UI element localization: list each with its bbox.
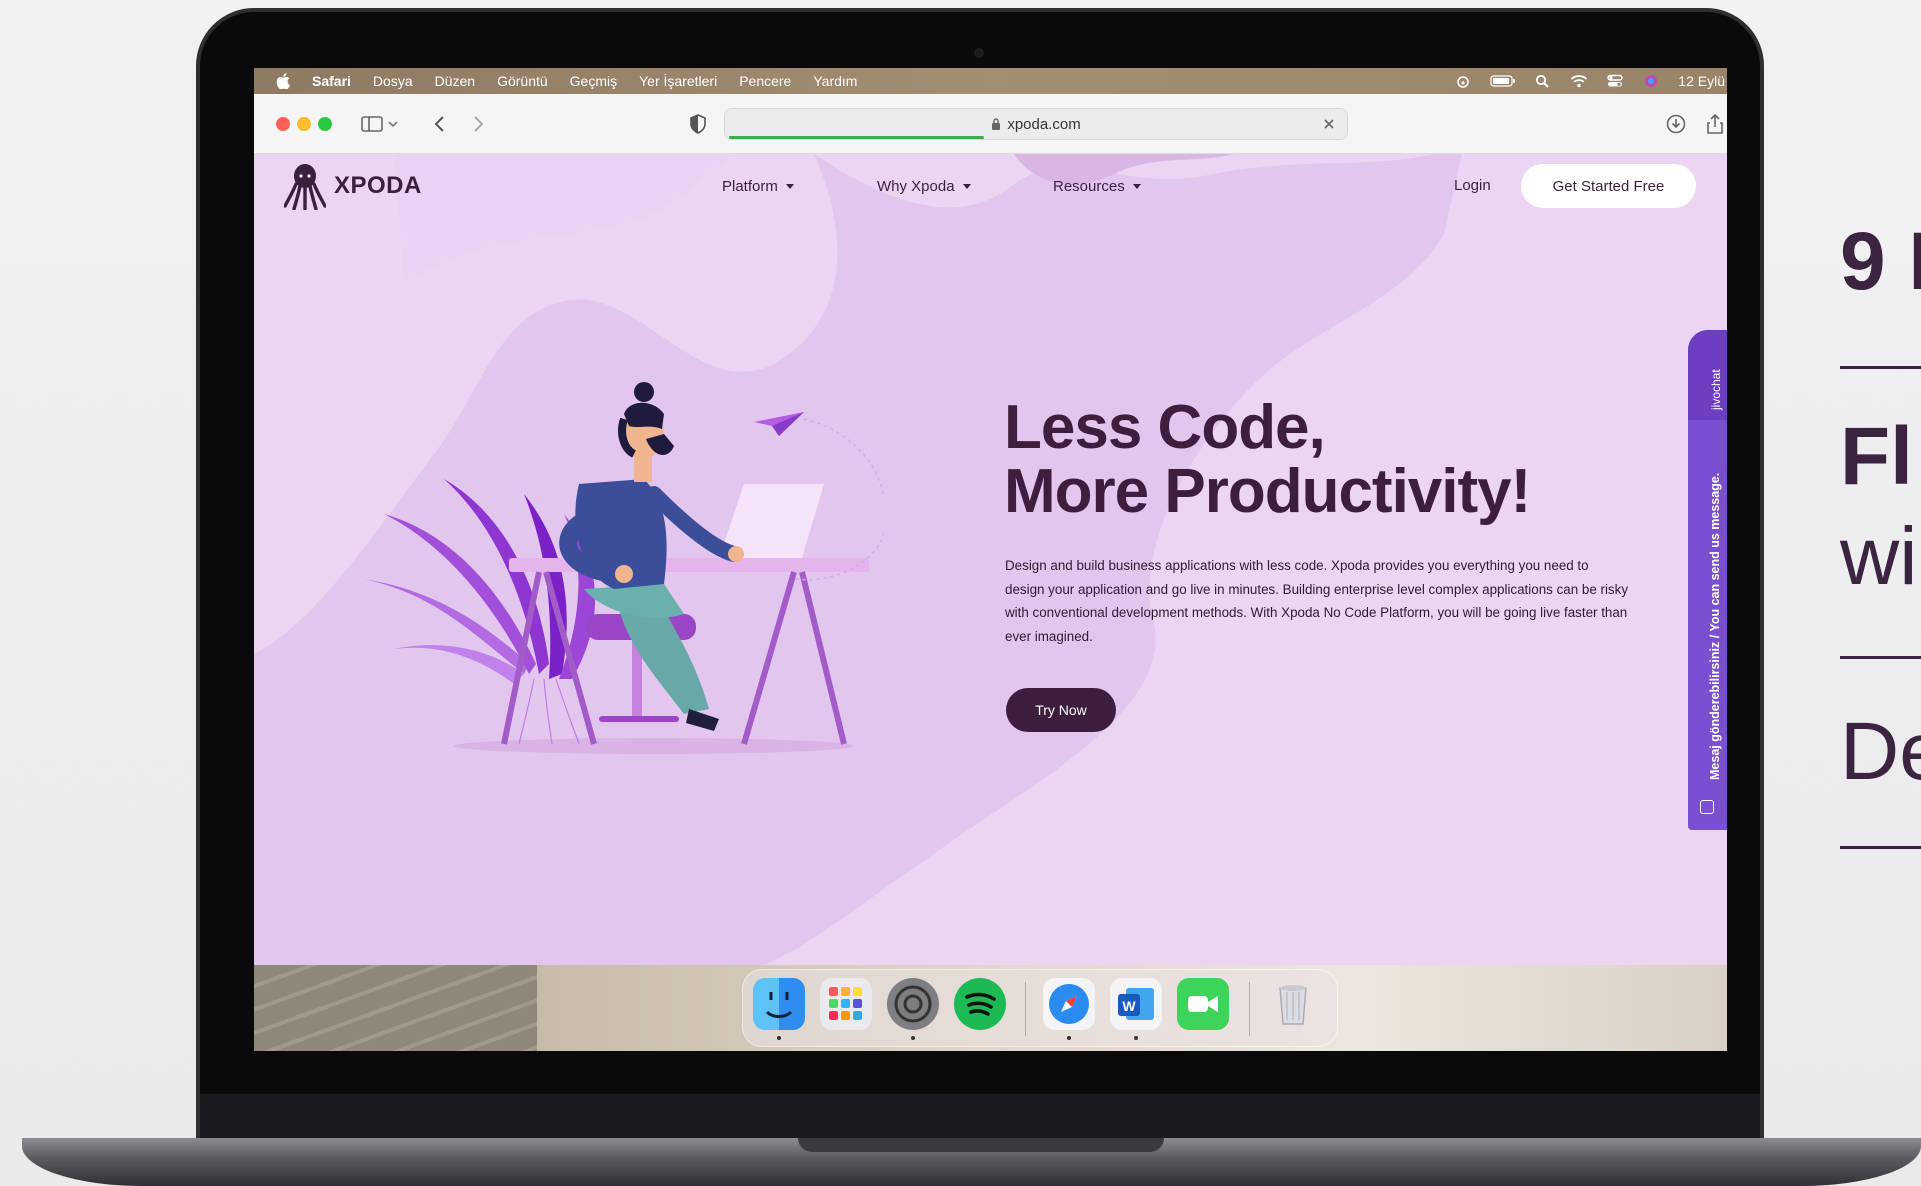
caret-down-icon <box>1132 184 1141 189</box>
menu-gecmis[interactable]: Geçmiş <box>570 73 617 89</box>
safari-toolbar: xpoda.com <box>254 94 1727 154</box>
address-bar[interactable]: xpoda.com <box>724 108 1348 140</box>
laptop-screen: Safari Dosya Düzen Görüntü Geçmiş Yer İş… <box>254 68 1727 1051</box>
side-slide: 9 I Fl wi De <box>1840 0 1921 1186</box>
running-indicator <box>777 1036 781 1040</box>
trash-icon[interactable] <box>1267 978 1319 1030</box>
siri-icon[interactable] <box>1642 74 1660 88</box>
dock: W <box>742 969 1338 1047</box>
desktop-wallpaper-floor <box>254 965 537 1051</box>
downloads-icon[interactable] <box>1664 112 1688 136</box>
nav-platform-label: Platform <box>722 178 778 195</box>
menu-duzen[interactable]: Düzen <box>435 73 475 89</box>
launchpad-icon[interactable] <box>820 978 872 1030</box>
menu-goruntu[interactable]: Görüntü <box>497 73 548 89</box>
close-window-button[interactable] <box>276 117 290 131</box>
caret-down-icon <box>785 184 794 189</box>
url-text: xpoda.com <box>1007 115 1081 133</box>
nav-why-label: Why Xpoda <box>877 178 955 195</box>
hero-title: Less Code, More Productivity! <box>1004 393 1531 526</box>
side-divider <box>1840 366 1921 369</box>
side-slide-number: 9 I <box>1840 216 1921 307</box>
get-started-button[interactable]: Get Started Free <box>1521 164 1696 208</box>
side-subheading: wi <box>1840 511 1918 602</box>
dock-separator <box>1249 982 1250 1036</box>
side-divider <box>1840 656 1921 659</box>
privacy-shield-icon[interactable] <box>686 112 710 136</box>
svg-text:W: W <box>1122 998 1136 1014</box>
running-indicator <box>911 1036 915 1040</box>
spotlight-search-icon[interactable] <box>1534 74 1552 88</box>
system-preferences-icon[interactable] <box>887 978 939 1030</box>
running-indicator <box>1134 1036 1138 1040</box>
try-now-button[interactable]: Try Now <box>1006 688 1116 732</box>
chat-brand: jivochat <box>1709 369 1723 410</box>
back-icon[interactable] <box>428 112 452 136</box>
safari-icon[interactable] <box>1043 978 1095 1030</box>
nav-why-xpoda[interactable]: Why Xpoda <box>877 178 971 195</box>
laptop-notch <box>798 1138 1164 1152</box>
xpoda-website: XPODA Platform Why Xpoda Resources Login… <box>254 154 1727 965</box>
menubar-clock[interactable]: 12 Eylü <box>1678 73 1725 89</box>
logo-text: XPODA <box>334 172 422 199</box>
apple-icon[interactable] <box>276 73 290 89</box>
facetime-icon[interactable] <box>1177 978 1229 1030</box>
chevron-down-icon[interactable] <box>386 112 400 136</box>
nav-resources[interactable]: Resources <box>1053 178 1141 195</box>
chat-widget-tab[interactable]: jivochat Mesaj gönderebilirsiniz / You c… <box>1688 330 1727 830</box>
side-text: De <box>1840 706 1921 797</box>
stop-loading-icon[interactable] <box>1321 116 1337 132</box>
plant-illustration <box>364 479 596 745</box>
lock-icon <box>992 118 1001 130</box>
page-load-progress <box>729 136 985 139</box>
menu-safari[interactable]: Safari <box>312 73 351 89</box>
camera <box>974 48 984 58</box>
menu-yardim[interactable]: Yardım <box>813 73 857 89</box>
wifi-icon[interactable] <box>1570 74 1588 88</box>
side-heading: Fl <box>1840 411 1913 502</box>
chat-icon <box>1700 800 1714 814</box>
octopus-logo-icon <box>284 164 326 210</box>
menu-dosya[interactable]: Dosya <box>373 73 413 89</box>
side-divider <box>1840 846 1921 849</box>
dock-separator <box>1025 982 1026 1036</box>
desktop-background: W <box>254 965 1727 1051</box>
chat-message: Mesaj gönderebilirsiniz / You can send u… <box>1708 472 1722 780</box>
hero-title-line2: More Productivity! <box>1004 457 1531 526</box>
share-icon[interactable] <box>1703 112 1727 136</box>
macos-menubar: Safari Dosya Düzen Görüntü Geçmiş Yer İş… <box>254 68 1727 94</box>
forward-icon[interactable] <box>466 112 490 136</box>
hero-illustration <box>364 382 884 754</box>
login-link[interactable]: Login <box>1454 177 1491 194</box>
xpoda-logo[interactable]: XPODA <box>284 162 422 210</box>
control-center-icon[interactable] <box>1606 74 1624 88</box>
hero-description: Design and build business applications w… <box>1005 558 1629 644</box>
airdrop-icon[interactable] <box>1454 74 1472 88</box>
laptop-chin <box>200 1094 1760 1138</box>
caret-down-icon <box>962 184 971 189</box>
finder-icon[interactable] <box>753 978 805 1030</box>
hero-title-line1: Less Code, <box>1004 393 1326 462</box>
sidebar-toggle-icon[interactable] <box>360 112 384 136</box>
battery-icon[interactable] <box>1490 74 1516 88</box>
nav-resources-label: Resources <box>1053 178 1125 195</box>
minimize-window-button[interactable] <box>297 117 311 131</box>
zoom-window-button[interactable] <box>318 117 332 131</box>
spotify-icon[interactable] <box>954 978 1006 1030</box>
nav-platform[interactable]: Platform <box>722 178 794 195</box>
menu-yer-isaretleri[interactable]: Yer İşaretleri <box>639 73 717 89</box>
menu-pencere[interactable]: Pencere <box>739 73 791 89</box>
word-icon[interactable]: W <box>1110 978 1162 1030</box>
running-indicator <box>1067 1036 1071 1040</box>
